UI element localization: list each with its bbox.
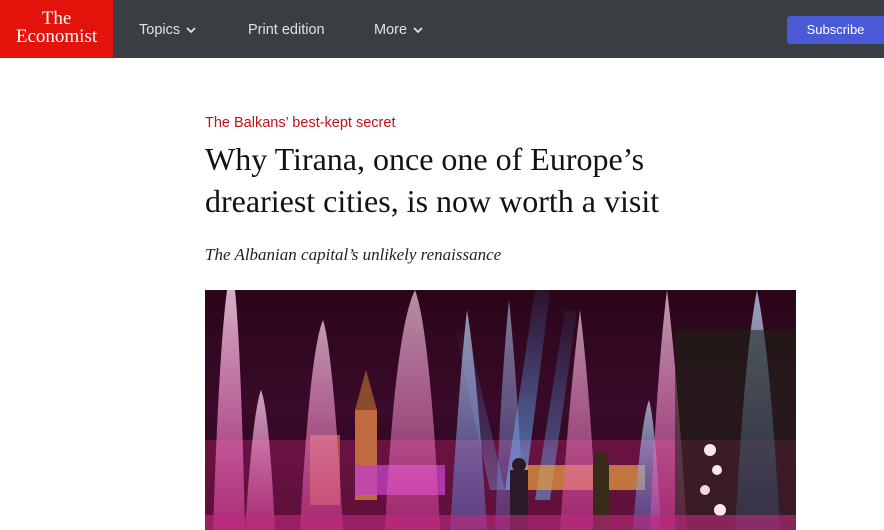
- headline-line-2: dreariest cities, is now worth a visit: [205, 183, 660, 219]
- fountain-night-scene-image: [205, 290, 796, 530]
- article-headline: Why Tirana, once one of Europe’s drearie…: [205, 138, 765, 222]
- chevron-down-icon: [186, 27, 196, 34]
- nav-print-edition[interactable]: Print edition: [248, 20, 325, 40]
- subscribe-button[interactable]: Subscribe: [787, 16, 884, 44]
- hero-image: [205, 290, 796, 530]
- logo-line-2: Economist: [15, 26, 98, 47]
- chevron-down-icon: [413, 27, 423, 34]
- nav-topics-label: Topics: [139, 22, 181, 38]
- economist-logo[interactable]: The Economist: [0, 0, 113, 58]
- nav-more[interactable]: More: [374, 20, 423, 40]
- headline-line-1: Why Tirana, once one of Europe’s: [205, 141, 645, 177]
- article-standfirst: The Albanian capital’s unlikely renaissa…: [205, 245, 502, 264]
- top-navigation-bar: The Economist Topics Print edition More …: [0, 0, 884, 58]
- nav-topics[interactable]: Topics: [139, 20, 196, 40]
- nav-print-edition-label: Print edition: [248, 22, 325, 38]
- article-rubric[interactable]: The Balkans’ best-kept secret: [205, 115, 395, 131]
- nav-more-label: More: [374, 22, 408, 38]
